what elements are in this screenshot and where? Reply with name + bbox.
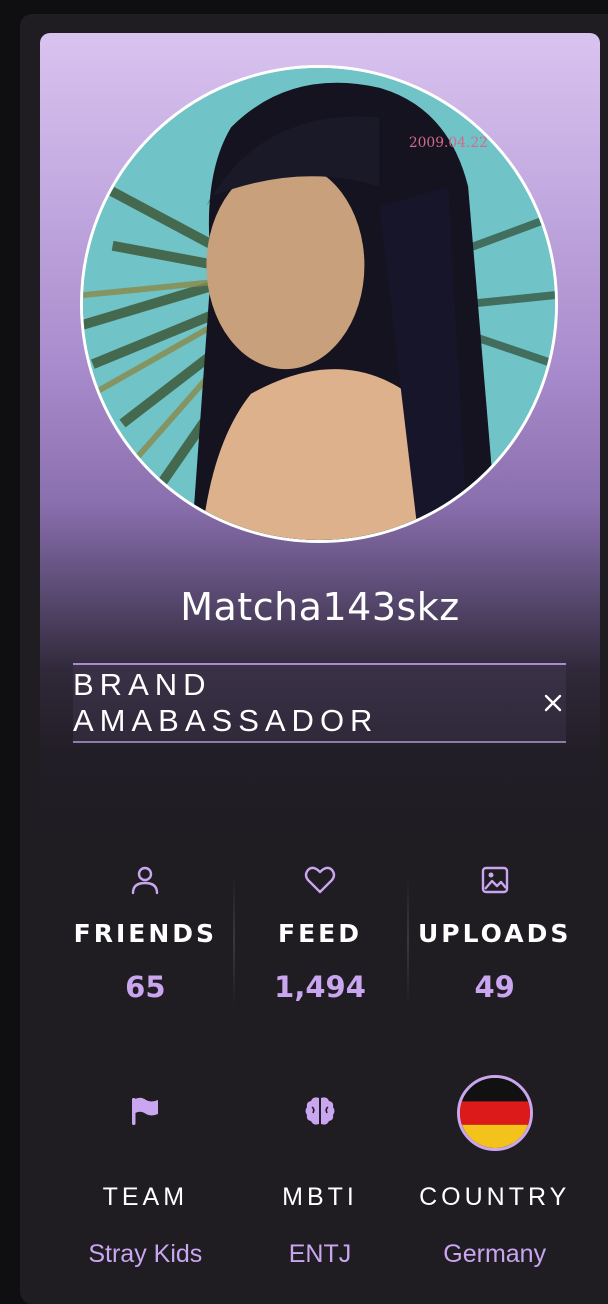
flag-icon	[128, 1094, 162, 1133]
info-label: TEAM	[102, 1183, 189, 1211]
svg-text:2009.04.22: 2009.04.22	[409, 135, 488, 151]
close-icon[interactable]	[541, 690, 566, 716]
stat-label: FEED	[278, 919, 362, 948]
avatar[interactable]: 2009.04.22	[80, 65, 558, 543]
profile-photo: 2009.04.22	[83, 68, 555, 540]
stat-value: 1,494	[274, 970, 366, 1004]
info-row: TEAM Stray Kids MBTI ENTJ COUNTRY German…	[58, 1073, 582, 1283]
person-icon	[128, 863, 162, 897]
info-mbti: MBTI ENTJ	[233, 1073, 408, 1283]
brand-ambassador-badge: BRAND AMABASSADOR	[73, 663, 566, 743]
heart-icon	[303, 863, 337, 897]
germany-flag-icon	[456, 1075, 533, 1151]
stats-row: FRIENDS 65 FEED 1,494 UPLOADS 49	[58, 853, 582, 1033]
stat-feed[interactable]: FEED 1,494	[232, 853, 408, 1033]
badge-label: BRAND AMABASSADOR	[73, 667, 379, 738]
username: Matcha143skz	[180, 585, 460, 629]
info-value: Germany	[443, 1240, 547, 1268]
brain-icon	[303, 1094, 337, 1133]
stat-label: FRIENDS	[73, 919, 218, 948]
stat-value: 65	[125, 970, 166, 1004]
stat-label: UPLOADS	[418, 919, 572, 948]
info-label: MBTI	[282, 1183, 358, 1211]
stat-uploads[interactable]: UPLOADS 49	[407, 853, 582, 1033]
profile-card: 2009.04.22 Matcha143skz BRAND AMABASSADO…	[40, 33, 600, 1292]
stat-friends[interactable]: FRIENDS 65	[58, 853, 233, 1033]
info-label: COUNTRY	[419, 1183, 571, 1211]
stat-value: 49	[474, 970, 515, 1004]
image-icon	[478, 863, 512, 897]
info-value: Stray Kids	[88, 1240, 203, 1268]
info-country: COUNTRY Germany	[407, 1073, 582, 1283]
info-value: ENTJ	[288, 1240, 352, 1268]
info-team: TEAM Stray Kids	[58, 1073, 233, 1283]
